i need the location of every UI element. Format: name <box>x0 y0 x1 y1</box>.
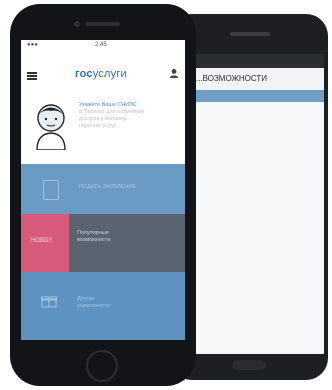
iphone-screen: ●●● 2:45 госуслуги Укажите Ваше СНИЛС в … <box>21 40 185 340</box>
status-bar: ●●● 2:45 <box>21 40 185 52</box>
tile-popular-line2: возможности <box>77 237 111 243</box>
hero-line1: Укажите Ваше СНИЛС <box>79 102 137 108</box>
home-button[interactable] <box>86 350 118 382</box>
android-header-title: ...ВОЗМОЖНОСТИ <box>188 68 324 90</box>
hero-line3: доступа к полному <box>79 116 127 122</box>
status-time: 2:45 <box>95 42 107 48</box>
tile-other-line1: Другие <box>77 296 95 302</box>
tile-apply[interactable]: ПОДАТЬ ЗАЯВЛЕНИЕ <box>21 164 185 214</box>
gosuslugi-logo: госуслуги <box>75 68 127 80</box>
new-badge: НОВОЕ <box>21 214 69 272</box>
tile-other-line2: возможности <box>77 303 111 309</box>
profile-icon[interactable] <box>169 68 179 78</box>
tile-popular-label: Популярные возможности <box>77 230 181 244</box>
android-screen: ...ВОЗМОЖНОСТИ <box>188 54 324 354</box>
iphone-camera <box>74 21 80 27</box>
hero-text: Укажите Ваше СНИЛС в Паспорт для получен… <box>79 102 179 130</box>
android-accent-bar <box>188 90 324 102</box>
tile-popular[interactable]: НОВОЕ Популярные возможности <box>21 214 185 272</box>
avatar-illustration <box>36 104 66 150</box>
app-header: госуслуги <box>21 52 185 92</box>
tile-other-label: Другие возможности <box>77 296 181 310</box>
iphone-speaker <box>86 22 120 26</box>
new-badge-label: НОВОЕ <box>31 238 53 244</box>
hero-line2: в Паспорт для получения <box>79 109 145 115</box>
hero-banner: Укажите Ваше СНИЛС в Паспорт для получен… <box>21 92 185 193</box>
document-icon <box>43 180 59 200</box>
carrier-signal: ●●● <box>27 42 38 48</box>
android-nav-button[interactable] <box>232 360 266 370</box>
tile-popular-line1: Популярные <box>77 230 109 236</box>
logo-part1: гос <box>75 68 93 80</box>
hamburger-menu-icon[interactable] <box>27 72 37 80</box>
iphone-phone: ●●● 2:45 госуслуги Укажите Ваше СНИЛС в … <box>10 4 196 386</box>
tile-apply-label: ПОДАТЬ ЗАЯВЛЕНИЕ <box>79 184 137 190</box>
android-speaker <box>230 32 270 36</box>
tile-other[interactable]: Другие возможности <box>21 272 185 340</box>
android-status-bar <box>188 54 324 68</box>
logo-part2: услуги <box>92 68 127 80</box>
hero-line4: перечню услуг <box>79 123 116 129</box>
gift-icon <box>41 296 57 308</box>
